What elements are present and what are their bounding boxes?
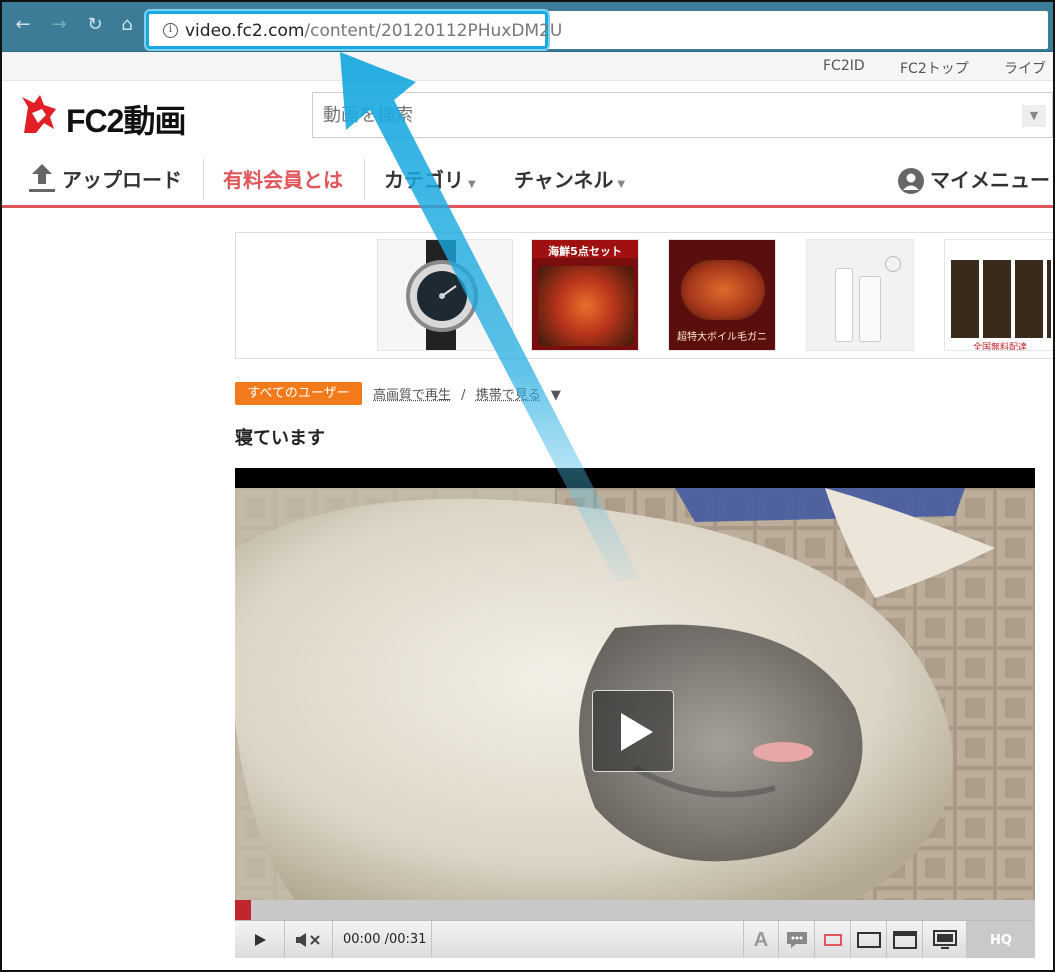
mute-button[interactable] bbox=[285, 921, 333, 958]
link-fc2id[interactable]: FC2ID bbox=[823, 58, 865, 74]
progress-fill bbox=[235, 900, 251, 920]
watch-image bbox=[406, 240, 478, 350]
controls-divider bbox=[431, 921, 432, 958]
chevron-down-icon[interactable]: ▼ bbox=[1022, 105, 1046, 127]
ad-crab[interactable]: 超特大ボイル毛ガニ bbox=[668, 239, 776, 351]
hq-play-link[interactable]: 高画質で再生 bbox=[373, 388, 451, 403]
chevron-down-icon: ▼ bbox=[468, 179, 476, 190]
nav-upload[interactable]: アップロード bbox=[62, 164, 182, 193]
ad-food-box[interactable]: 全国無料配達 bbox=[944, 239, 1054, 351]
large-size-button[interactable] bbox=[887, 921, 923, 958]
link-live[interactable]: ライブ bbox=[1004, 58, 1046, 78]
back-arrow-icon[interactable]: ← bbox=[12, 14, 34, 36]
link-fc2-top[interactable]: FC2トップ bbox=[900, 58, 969, 78]
nav-category[interactable]: カテゴリ ▼ bbox=[384, 164, 476, 193]
nav-premium[interactable]: 有料会員とは bbox=[223, 164, 343, 193]
medium-size-button[interactable] bbox=[851, 921, 887, 958]
video-frame[interactable] bbox=[235, 488, 1035, 900]
ad-watch[interactable] bbox=[377, 239, 513, 351]
ad-skincare[interactable] bbox=[806, 239, 914, 351]
progress-bar[interactable] bbox=[235, 900, 1035, 920]
fc2-logo[interactable]: FC2動画 bbox=[20, 93, 225, 139]
nav-divider bbox=[203, 158, 204, 200]
video-player[interactable]: 00:00 /00:31 A HQ bbox=[235, 468, 1035, 958]
search-input[interactable] bbox=[323, 103, 1003, 127]
video-title: 寝ています bbox=[235, 428, 325, 449]
hq-button[interactable]: HQ bbox=[967, 921, 1035, 958]
main-nav: アップロード 有料会員とは カテゴリ ▼ チャンネル ▼ マイメニュー bbox=[0, 152, 1055, 208]
play-overlay-button[interactable] bbox=[592, 690, 674, 772]
comments-button[interactable] bbox=[779, 921, 815, 958]
play-icon bbox=[621, 713, 653, 751]
chevron-down-icon: ▼ bbox=[617, 179, 626, 190]
text-size-button[interactable]: A bbox=[743, 921, 779, 958]
player-controls: 00:00 /00:31 A HQ bbox=[235, 920, 1035, 958]
video-options: 高画質で再生 / 携帯で見る ▼ bbox=[373, 388, 561, 403]
top-links-bar: FC2ID FC2トップ ライブ bbox=[0, 52, 1055, 81]
home-icon[interactable]: ⌂ bbox=[116, 14, 138, 36]
monitor-icon bbox=[932, 930, 957, 949]
reload-icon[interactable]: ↻ bbox=[84, 14, 106, 36]
play-button[interactable] bbox=[235, 921, 285, 958]
search-box[interactable]: ▼ bbox=[312, 92, 1053, 138]
mute-icon bbox=[295, 933, 320, 947]
play-icon bbox=[254, 934, 266, 946]
nav-channel[interactable]: チャンネル ▼ bbox=[514, 164, 625, 193]
url-text[interactable]: video.fc2.com/content/20120112PHuxDM2U bbox=[185, 21, 562, 41]
screen-large-icon bbox=[892, 931, 917, 949]
audience-tag: すべてのユーザー bbox=[235, 382, 362, 405]
ad-seafood-set[interactable]: 海鮮5点セット bbox=[531, 239, 639, 351]
nav-mymenu[interactable]: マイメニュー bbox=[930, 164, 1050, 193]
fullscreen-button[interactable] bbox=[923, 921, 967, 958]
font-a-icon: A bbox=[753, 928, 769, 951]
unicorn-logo-icon bbox=[22, 95, 56, 133]
comment-icon bbox=[786, 932, 807, 948]
forward-arrow-icon[interactable]: → bbox=[48, 14, 70, 36]
ad-banner-strip: 海鮮5点セット 超特大ボイル毛ガニ 全国無料配達 bbox=[235, 232, 1055, 359]
nav-divider bbox=[364, 158, 365, 200]
address-bar-highlight[interactable]: i video.fc2.com/content/20120112PHuxDM2U bbox=[146, 11, 562, 49]
mobile-view-link[interactable]: 携帯で見る bbox=[476, 388, 541, 403]
user-avatar-icon[interactable] bbox=[898, 168, 924, 194]
time-display: 00:00 /00:31 bbox=[343, 932, 427, 947]
info-icon[interactable]: i bbox=[163, 23, 178, 38]
logo-text: FC2動画 bbox=[66, 103, 186, 139]
small-size-button[interactable] bbox=[815, 921, 851, 958]
screen-small-icon bbox=[823, 934, 842, 946]
screen-medium-icon bbox=[856, 932, 881, 948]
caret-down-icon[interactable]: ▼ bbox=[551, 388, 561, 403]
